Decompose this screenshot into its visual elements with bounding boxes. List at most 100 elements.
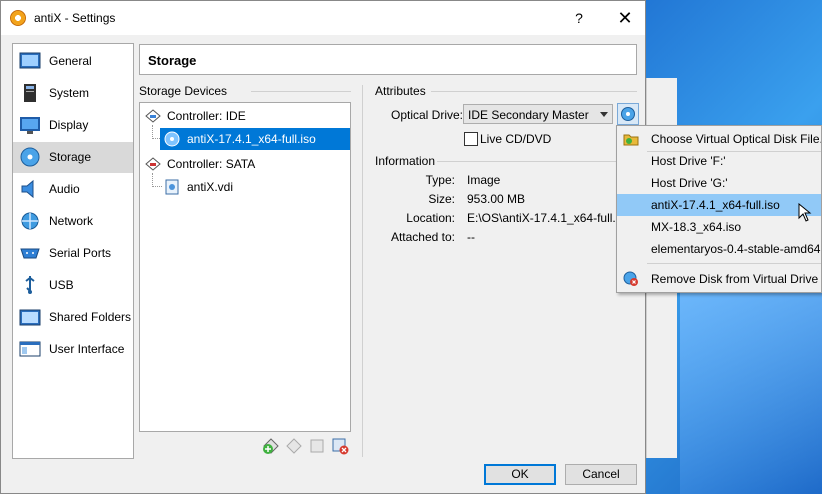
tree-item-vdi[interactable]: antiX.vdi [160, 176, 350, 198]
mouse-cursor-icon [798, 203, 812, 222]
sidebar-item-system[interactable]: System [13, 78, 133, 109]
tree-item-iso[interactable]: antiX-17.4.1_x64-full.iso [160, 128, 350, 150]
menu-item-label: elementaryos-0.4-stable-amd64.2018 [651, 242, 821, 256]
storage-devices-label: Storage Devices [139, 84, 228, 98]
group-separator [251, 91, 351, 92]
cancel-button[interactable]: Cancel [565, 464, 637, 485]
size-label: Size: [428, 192, 455, 206]
tree-controller-ide-label: Controller: IDE [167, 109, 246, 123]
sidebar-item-label: Storage [49, 150, 92, 164]
group-separator [437, 161, 637, 162]
sidebar-item-network[interactable]: Network [13, 206, 133, 237]
menu-item-label: Host Drive 'G:' [651, 176, 728, 190]
title-bar[interactable]: antiX - Settings ? ✕ [1, 1, 645, 35]
optical-drive-select[interactable]: IDE Secondary Master [463, 104, 613, 124]
remove-attachment-icon[interactable] [331, 437, 349, 455]
page-title: Storage [148, 53, 197, 68]
menu-item-label: Choose Virtual Optical Disk File... [651, 132, 822, 146]
menu-item-label: Host Drive 'F:' [651, 154, 726, 168]
close-button[interactable]: ✕ [613, 7, 637, 29]
location-label: Location: [406, 211, 455, 225]
storage-tree[interactable]: Controller: IDE antiX-17.4.1_x64-full.is… [139, 102, 351, 432]
optical-drive-label: Optical Drive: [391, 108, 464, 122]
menu-separator [647, 263, 821, 264]
system-icon [24, 84, 36, 102]
audio-icon [21, 179, 34, 199]
sidebar-item-usb[interactable]: USB [13, 270, 133, 301]
sidebar-item-label: USB [49, 278, 74, 292]
information-label: Information [375, 154, 436, 168]
serial-ports-icon [20, 248, 40, 259]
desktop-wallpaper-light [680, 270, 822, 494]
shared-folders-icon [19, 309, 41, 326]
panel-divider [362, 85, 363, 457]
menu-item-label: Remove Disk from Virtual Drive [651, 272, 819, 286]
type-label: Type: [425, 173, 455, 187]
tree-item-vdi-label: antiX.vdi [187, 180, 234, 194]
sidebar-item-shared-folders[interactable]: Shared Folders [13, 302, 133, 333]
type-value: Image [467, 173, 501, 187]
menu-item-label: antiX-17.4.1_x64-full.iso [651, 198, 780, 212]
attached-to-value: -- [467, 230, 475, 244]
sidebar-item-label: Serial Ports [49, 246, 112, 260]
optical-disc-icon [164, 131, 180, 147]
network-icon [21, 212, 39, 230]
help-button[interactable]: ? [569, 7, 589, 29]
add-controller-icon[interactable] [262, 437, 280, 455]
folder-icon [623, 134, 639, 146]
optical-drive-value: IDE Secondary Master [468, 108, 589, 122]
sata-controller-icon [145, 157, 161, 171]
live-cd-checkbox[interactable] [464, 132, 478, 146]
menu-item-host-drive-g[interactable]: Host Drive 'G:' [617, 172, 821, 194]
storage-icon [20, 147, 40, 167]
sidebar-item-label: Display [49, 118, 89, 132]
sidebar-item-user-interface[interactable]: User Interface [13, 334, 133, 365]
chevron-down-icon [600, 112, 608, 117]
sidebar-item-general[interactable]: General [13, 46, 133, 77]
page-title-box: Storage [139, 44, 637, 75]
settings-sidebar: General System Display Storage Audio Net… [12, 43, 134, 459]
attached-to-label: Attached to: [390, 230, 455, 244]
hard-disk-icon [165, 179, 179, 195]
location-value: E:\OS\antiX-17.4.1_x64-full.iso [467, 211, 617, 225]
menu-item-choose-file[interactable]: Choose Virtual Optical Disk File... [617, 128, 822, 150]
menu-item-label: MX-18.3_x64.iso [651, 220, 742, 234]
remove-controller-icon[interactable] [285, 437, 303, 455]
menu-item-remove-disk[interactable]: Remove Disk from Virtual Drive [617, 268, 821, 290]
tree-item-iso-label: antiX-17.4.1_x64-full.iso [187, 132, 316, 146]
tree-controller-ide[interactable]: Controller: IDE [140, 105, 350, 127]
tree-branch-line [152, 125, 153, 139]
tree-branch-line [152, 173, 153, 187]
ok-button[interactable]: OK [484, 464, 556, 485]
settings-dialog: antiX - Settings ? ✕ General System Disp… [0, 0, 646, 494]
sidebar-item-label: Audio [49, 182, 80, 196]
menu-item-antix-iso[interactable]: antiX-17.4.1_x64-full.iso [617, 194, 821, 216]
sidebar-item-label: General [49, 54, 92, 68]
tree-controller-sata-label: Controller: SATA [167, 157, 256, 171]
attributes-label: Attributes [375, 84, 426, 98]
sidebar-item-label: System [49, 86, 90, 100]
live-cd-label: Live CD/DVD [480, 132, 552, 146]
sidebar-item-label: Network [49, 214, 94, 228]
tree-controller-sata[interactable]: Controller: SATA [140, 153, 350, 175]
group-separator [431, 91, 637, 92]
window-title: antiX - Settings [34, 11, 116, 25]
sidebar-item-serial-ports[interactable]: Serial Ports [13, 238, 133, 269]
user-interface-icon [19, 341, 41, 357]
sidebar-item-display[interactable]: Display [13, 110, 133, 141]
add-attachment-icon[interactable] [308, 437, 326, 455]
general-icon [19, 52, 41, 69]
menu-item-host-drive-f[interactable]: Host Drive 'F:' [617, 150, 821, 172]
sidebar-item-storage[interactable]: Storage [13, 142, 133, 173]
usb-icon [25, 276, 35, 294]
menu-item-mx-iso[interactable]: MX-18.3_x64.iso [617, 216, 821, 238]
sidebar-item-label: User Interface [49, 342, 125, 356]
sidebar-item-audio[interactable]: Audio [13, 174, 133, 205]
ide-controller-icon [145, 109, 161, 123]
optical-disk-menu: Choose Virtual Optical Disk File... Host… [616, 125, 822, 293]
optical-disc-icon [621, 107, 635, 121]
remove-disk-icon [623, 271, 638, 286]
choose-disk-button[interactable] [617, 103, 639, 125]
virtualbox-app-icon [10, 10, 26, 26]
menu-item-elementaryos-iso[interactable]: elementaryos-0.4-stable-amd64.2018 [617, 238, 821, 260]
